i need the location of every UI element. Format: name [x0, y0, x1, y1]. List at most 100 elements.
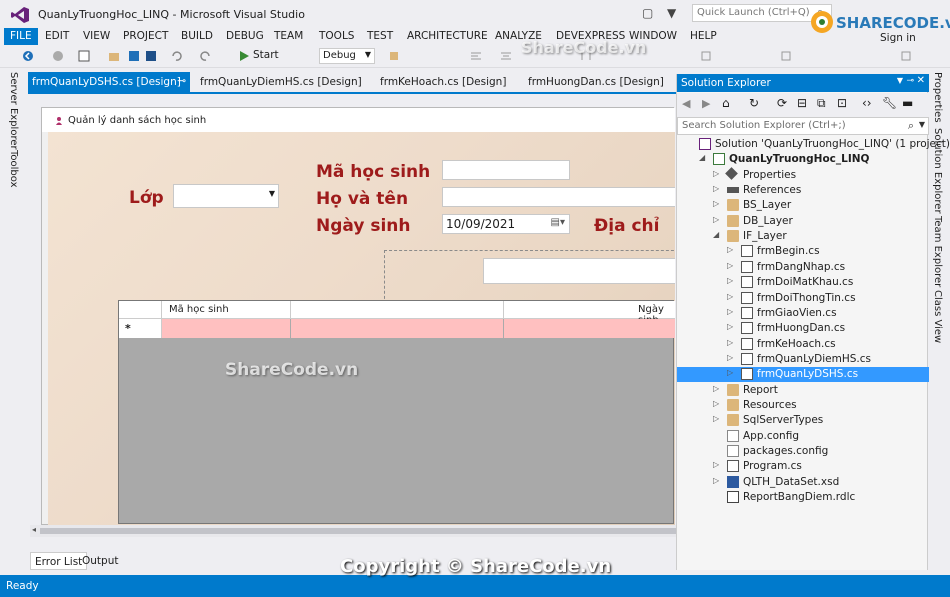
layout-icon[interactable]	[700, 50, 712, 62]
collapsed-arrow-icon[interactable]: ▷	[727, 353, 733, 362]
collapsed-arrow-icon[interactable]: ▷	[727, 276, 733, 285]
student-id-field[interactable]	[442, 160, 570, 180]
tree-item[interactable]: ▷ frmKeHoach.cs	[677, 337, 929, 352]
collapsed-arrow-icon[interactable]: ▷	[727, 322, 733, 331]
tree-item[interactable]: App.config	[677, 429, 929, 444]
new-row[interactable]: *	[119, 319, 675, 338]
align-center-icon[interactable]	[500, 50, 512, 62]
show-all-files-icon[interactable]: ⧉	[817, 96, 826, 111]
class-combobox[interactable]: ▼	[173, 184, 279, 208]
tree-item[interactable]: ▷ frmBegin.cs	[677, 244, 929, 259]
collapsed-arrow-icon[interactable]: ▷	[713, 184, 719, 193]
new-project-icon[interactable]	[78, 50, 90, 62]
forward-icon[interactable]: ▶	[702, 97, 710, 110]
undo-icon[interactable]	[170, 50, 182, 62]
collapsed-arrow-icon[interactable]: ▷	[713, 384, 719, 393]
properties-tab[interactable]: Properties	[932, 72, 943, 123]
sync-icon[interactable]: ↻	[749, 96, 759, 110]
expanded-arrow-icon[interactable]: ◢	[699, 153, 705, 162]
tree-item[interactable]: ▷ frmGiaoVien.cs	[677, 306, 929, 321]
menu-test[interactable]: TEST	[367, 30, 393, 42]
column-header-ma-hoc-sinh[interactable]: Mã học sinh	[169, 304, 229, 315]
search-options-icon[interactable]: ▼	[919, 120, 925, 129]
collapsed-arrow-icon[interactable]: ▷	[713, 476, 719, 485]
tree-item[interactable]: ▷ DB_Layer	[677, 214, 929, 229]
save-icon[interactable]	[128, 50, 140, 62]
tree-item[interactable]: ▷ frmDangNhap.cs	[677, 260, 929, 275]
collapsed-arrow-icon[interactable]: ▷	[727, 338, 733, 347]
collapsed-arrow-icon[interactable]: ▷	[713, 199, 719, 208]
tree-item[interactable]: ▷ frmHuongDan.cs	[677, 321, 929, 336]
dropdown-icon[interactable]: ▼	[897, 76, 903, 85]
tab-frmkehoach[interactable]: frmKeHoach.cs [Design]	[376, 72, 510, 92]
toolbox-tab[interactable]: Toolbox	[8, 150, 19, 188]
server-explorer-tab[interactable]: Server Explorer	[8, 72, 19, 150]
scroll-left-icon[interactable]: ◂	[32, 525, 36, 534]
search-field[interactable]	[483, 258, 675, 284]
solution-search-input[interactable]: Search Solution Explorer (Ctrl+;) ⌕ ▼	[677, 117, 929, 135]
new-row-cells[interactable]	[162, 319, 675, 338]
view-code-icon[interactable]: ‹›	[862, 96, 872, 110]
tree-item[interactable]: ▷ frmDoiMatKhau.cs	[677, 275, 929, 290]
menu-architecture[interactable]: ARCHITECTURE	[407, 30, 488, 42]
wrench-icon[interactable]: 🔧︎	[882, 96, 897, 110]
save-all-icon[interactable]	[145, 50, 157, 62]
menu-view[interactable]: VIEW	[83, 30, 110, 42]
tab-frmquanlydshs[interactable]: frmQuanLyDSHS.cs [Design] ⊸	[28, 72, 190, 92]
full-name-field[interactable]	[442, 187, 675, 207]
feedback-icon[interactable]: ▼	[667, 6, 676, 20]
menu-project[interactable]: PROJECT	[123, 30, 168, 42]
tree-item[interactable]: ▷ References	[677, 183, 929, 198]
menu-help[interactable]: HELP	[690, 30, 717, 42]
menu-file[interactable]: FILE	[4, 28, 38, 45]
tree-item[interactable]: ReportBangDiem.rdlc	[677, 490, 929, 505]
collapsed-arrow-icon[interactable]: ▷	[713, 169, 719, 178]
tree-item[interactable]: ▷ BS_Layer	[677, 198, 929, 213]
calendar-icon[interactable]: ▤▾	[551, 217, 565, 228]
tree-item[interactable]: ▷ frmDoiThongTin.cs	[677, 291, 929, 306]
forward-icon[interactable]	[52, 50, 64, 62]
birth-date-picker[interactable]: 10/09/2021 ▤▾	[442, 214, 570, 234]
menu-edit[interactable]: EDIT	[45, 30, 69, 42]
tree-item[interactable]: Solution 'QuanLyTruongHoc_LINQ' (1 proje…	[677, 137, 950, 152]
tab-output[interactable]: Output	[78, 552, 122, 570]
scrollbar-thumb[interactable]	[40, 528, 676, 534]
tree-item[interactable]: ▷ frmQuanLyDiemHS.cs	[677, 352, 929, 367]
comment-icon[interactable]	[900, 50, 912, 62]
collapsed-arrow-icon[interactable]: ▷	[713, 460, 719, 469]
tab-frmhuongdan[interactable]: frmHuongDan.cs [Design]	[524, 72, 668, 92]
collapsed-arrow-icon[interactable]: ▷	[727, 245, 733, 254]
home-icon[interactable]: ⌂	[722, 96, 730, 110]
sign-in-link[interactable]: Sign in	[880, 32, 916, 44]
tree-item[interactable]: ▷ QLTH_DataSet.xsd	[677, 475, 929, 490]
collapsed-arrow-icon[interactable]: ▷	[727, 261, 733, 270]
expanded-arrow-icon[interactable]: ◢	[713, 230, 719, 239]
team-explorer-tab[interactable]: Team Explorer	[932, 216, 943, 287]
bookmark-icon[interactable]	[780, 50, 792, 62]
tab-frmquanlydiemhs[interactable]: frmQuanLyDiemHS.cs [Design]	[196, 72, 366, 92]
start-play-icon[interactable]	[238, 50, 250, 62]
refresh-icon[interactable]: ⟳	[777, 96, 787, 110]
tree-item[interactable]: ◢ QuanLyTruongHoc_LINQ	[677, 152, 929, 167]
solution-configuration-dropdown[interactable]: Debug ▼	[319, 48, 375, 64]
tree-item[interactable]: ▷ SqlServerTypes	[677, 413, 929, 428]
collapsed-arrow-icon[interactable]: ▷	[713, 215, 719, 224]
tree-item[interactable]: ▷ Program.cs	[677, 459, 929, 474]
collapsed-arrow-icon[interactable]: ▷	[727, 307, 733, 316]
pin-icon[interactable]: ⊸	[906, 76, 914, 86]
tree-item[interactable]: ▷ Report	[677, 383, 929, 398]
collapsed-arrow-icon[interactable]: ▷	[727, 292, 733, 301]
back-icon[interactable]: ◀	[682, 97, 690, 110]
find-icon[interactable]	[388, 50, 400, 62]
back-icon[interactable]	[22, 50, 34, 62]
properties-icon[interactable]: ⊡	[837, 96, 847, 110]
align-icon[interactable]	[470, 50, 482, 62]
student-datagrid[interactable]: Mã học sinh Ngày sinh *	[118, 300, 675, 524]
redo-icon[interactable]	[200, 50, 212, 62]
collapsed-arrow-icon[interactable]: ▷	[713, 399, 719, 408]
tree-item[interactable]: ◢ IF_Layer	[677, 229, 929, 244]
class-view-tab[interactable]: Class View	[932, 290, 943, 343]
collapse-all-icon[interactable]: ⊟	[797, 96, 807, 110]
menu-debug[interactable]: DEBUG	[226, 30, 264, 42]
close-icon[interactable]: ✕	[917, 75, 925, 86]
